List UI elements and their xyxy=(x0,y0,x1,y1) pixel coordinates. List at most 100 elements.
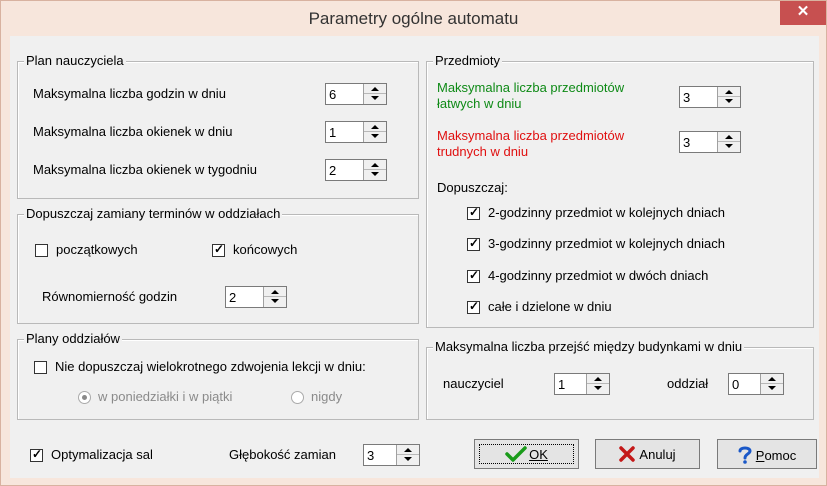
arrow-up-icon xyxy=(371,163,379,167)
latwe-spinner[interactable]: 3 xyxy=(679,86,741,108)
spinner-up-button[interactable] xyxy=(364,160,386,170)
trudne-label-line2: trudnych w dniu xyxy=(437,144,529,159)
arrow-up-icon xyxy=(371,87,379,91)
group-legend: Przedmioty xyxy=(433,53,503,68)
koncowych-label[interactable]: końcowych xyxy=(233,242,297,257)
opt-2godz-label[interactable]: 2-godzinny przedmiot w kolejnych dniach xyxy=(488,205,725,220)
spinner-down-button[interactable] xyxy=(364,132,386,142)
trudne-spinner[interactable]: 3 xyxy=(679,131,741,153)
radio-pon-piatek-label[interactable]: w poniedziałki i w piątki xyxy=(98,389,232,404)
spinner-up-button[interactable] xyxy=(587,374,609,384)
check-icon xyxy=(505,446,527,462)
opt-3godz-checkbox[interactable]: ✓ xyxy=(467,236,480,251)
max-okienek-dzien-label: Maksymalna liczba okienek w dniu xyxy=(33,124,233,139)
opt-cale-label[interactable]: całe i dzielone w dniu xyxy=(488,299,612,314)
spinner-down-button[interactable] xyxy=(364,94,386,104)
spinner-up-button[interactable] xyxy=(264,287,286,297)
arrow-down-icon xyxy=(371,134,379,138)
spinner-down-button[interactable] xyxy=(264,297,286,307)
check-icon: ✓ xyxy=(32,447,43,461)
spinner-down-button[interactable] xyxy=(364,170,386,180)
spinner-up-button[interactable] xyxy=(364,122,386,132)
radio-nigdy[interactable] xyxy=(291,391,304,404)
nie-dopuszczaj-checkbox[interactable] xyxy=(34,361,47,374)
koncowych-checkbox[interactable]: ✓ xyxy=(212,242,225,257)
glebokosc-spinner[interactable]: 3 xyxy=(363,444,420,466)
spinner-down-button[interactable] xyxy=(718,142,740,152)
spinner-value: 3 xyxy=(683,90,691,105)
spinner-up-button[interactable] xyxy=(364,84,386,94)
radio-pon-piatek[interactable] xyxy=(78,391,91,404)
check-icon: ✓ xyxy=(469,205,480,219)
arrow-up-icon xyxy=(725,90,733,94)
arrow-down-icon xyxy=(371,96,379,100)
anuluj-button-content: Anuluj xyxy=(596,446,699,462)
dopuszczaj-label: Dopuszczaj: xyxy=(437,180,508,195)
check-icon: ✓ xyxy=(469,268,480,282)
ok-button[interactable]: OK xyxy=(474,439,579,469)
opt-4godz-checkbox[interactable]: ✓ xyxy=(467,268,480,283)
latwe-label-line2: łatwych w dniu xyxy=(437,96,522,111)
arrow-up-icon xyxy=(404,448,412,452)
spinner-up-button[interactable] xyxy=(718,87,740,97)
arrow-up-icon xyxy=(371,125,379,129)
group-legend: Maksymalna liczba przejść między budynka… xyxy=(433,339,745,354)
poczatkowych-checkbox[interactable] xyxy=(35,244,48,257)
spinner-up-button[interactable] xyxy=(397,445,419,455)
spinner-value: 1 xyxy=(558,377,566,392)
title-bar[interactable]: Parametry ogólne automatu ✕ xyxy=(1,1,826,35)
arrow-up-icon xyxy=(271,290,279,294)
group-legend: Dopuszczaj zamiany terminów w oddziałach xyxy=(24,206,283,221)
rownomiernosc-spinner[interactable]: 2 xyxy=(225,286,287,308)
close-button[interactable]: ✕ xyxy=(780,1,826,25)
spinner-down-button[interactable] xyxy=(397,455,419,465)
opt-2godz-checkbox[interactable]: ✓ xyxy=(467,205,480,220)
max-okienek-tydzien-spinner[interactable]: 2 xyxy=(325,159,387,181)
max-okienek-dzien-spinner[interactable]: 1 xyxy=(325,121,387,143)
trudne-label-line1: Maksymalna liczba przedmiotów xyxy=(437,128,625,143)
group-przejscia: Maksymalna liczba przejść między budynka… xyxy=(426,339,814,420)
spinner-value: 6 xyxy=(329,87,337,102)
pomoc-button-content: Pomoc xyxy=(718,446,816,464)
arrow-down-icon xyxy=(371,172,379,176)
opt-4godz-label[interactable]: 4-godzinny przedmiot w dwóch dniach xyxy=(488,268,708,283)
pomoc-button-label: omoc xyxy=(764,448,797,463)
anuluj-button-label: Anuluj xyxy=(639,447,676,462)
glebokosc-label: Głębokość zamian xyxy=(229,447,336,462)
opt-3godz-label[interactable]: 3-godzinny przedmiot w kolejnych dniach xyxy=(488,236,725,251)
arrow-down-icon xyxy=(404,457,412,461)
oddzial-spinner[interactable]: 0 xyxy=(728,373,784,395)
max-godzin-spinner[interactable]: 6 xyxy=(325,83,387,105)
poczatkowych-label[interactable]: początkowych xyxy=(56,242,138,257)
arrow-down-icon xyxy=(594,386,602,390)
spinner-down-button[interactable] xyxy=(587,384,609,394)
group-legend: Plan nauczyciela xyxy=(24,53,126,68)
group-plany-oddzialow: Plany oddziałów Nie dopuszczaj wielokrot… xyxy=(17,331,419,420)
radio-nigdy-label[interactable]: nigdy xyxy=(311,389,342,404)
rownomiernosc-label: Równomierność godzin xyxy=(42,289,178,304)
arrow-down-icon xyxy=(725,99,733,103)
check-icon: ✓ xyxy=(469,236,480,250)
question-icon xyxy=(738,446,752,464)
arrow-up-icon xyxy=(594,377,602,381)
spinner-value: 3 xyxy=(367,448,375,463)
group-legend: Plany oddziałów xyxy=(24,331,122,346)
spinner-up-button[interactable] xyxy=(718,132,740,142)
arrow-down-icon xyxy=(768,386,776,390)
arrow-down-icon xyxy=(271,299,279,303)
spinner-up-button[interactable] xyxy=(761,374,783,384)
spinner-down-button[interactable] xyxy=(718,97,740,107)
anuluj-button[interactable]: Anuluj xyxy=(595,439,700,469)
spinner-down-button[interactable] xyxy=(761,384,783,394)
nauczyciel-spinner[interactable]: 1 xyxy=(554,373,610,395)
latwe-label-line1: Maksymalna liczba przedmiotów xyxy=(437,80,625,95)
optymalizacja-label[interactable]: Optymalizacja sal xyxy=(51,447,153,462)
ok-button-content: OK xyxy=(475,446,578,462)
nauczyciel-label: nauczyciel xyxy=(443,376,504,391)
optymalizacja-checkbox[interactable]: ✓ xyxy=(30,447,43,462)
nie-dopuszczaj-label[interactable]: Nie dopuszczaj wielokrotnego zdwojenia l… xyxy=(55,359,366,374)
opt-cale-checkbox[interactable]: ✓ xyxy=(467,299,480,314)
pomoc-button[interactable]: Pomoc xyxy=(717,439,817,469)
dialog-client: Plan nauczyciela Maksymalna liczba godzi… xyxy=(10,36,819,478)
max-godzin-label: Maksymalna liczba godzin w dniu xyxy=(33,86,226,101)
